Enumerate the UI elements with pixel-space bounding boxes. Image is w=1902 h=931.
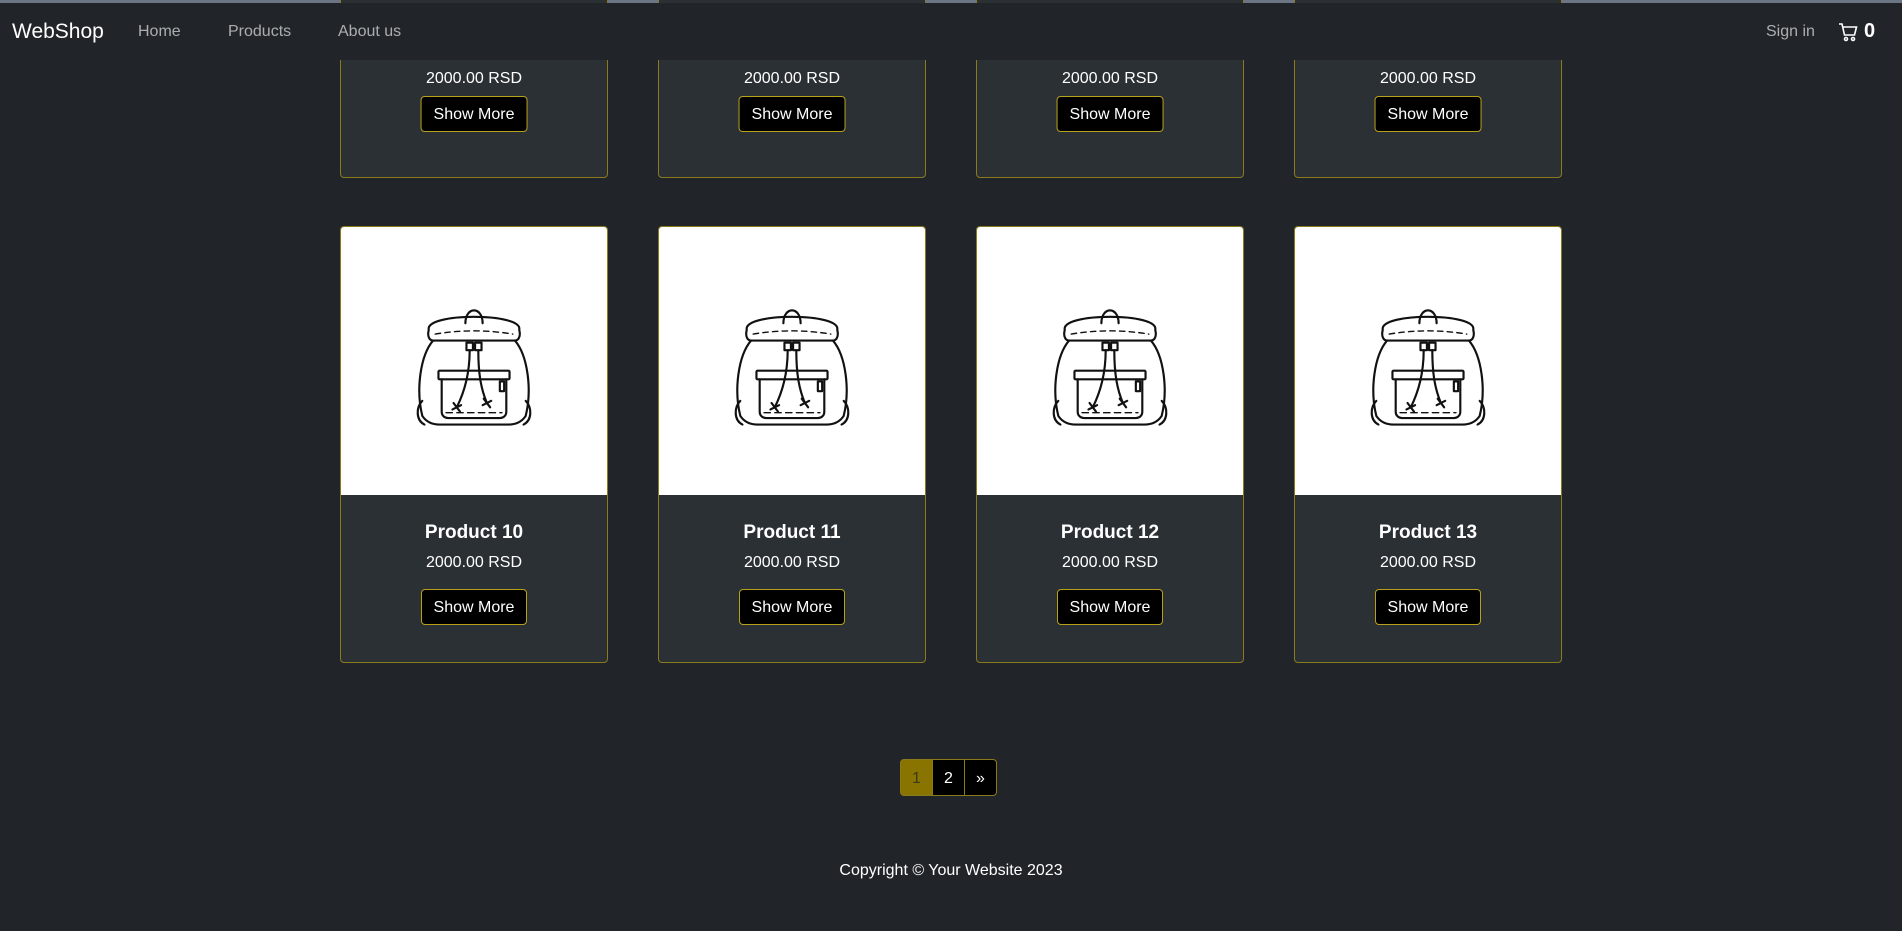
- page-next-button[interactable]: »: [964, 759, 997, 796]
- show-more-button[interactable]: Show More: [738, 589, 846, 625]
- product-image[interactable]: [977, 227, 1243, 495]
- navbar: WebShop Home Products About us Sign in 0: [0, 3, 1902, 60]
- product-price: 2000.00 RSD: [1061, 70, 1159, 87]
- show-more-button[interactable]: Show More: [420, 96, 528, 132]
- product-image[interactable]: [1295, 227, 1561, 495]
- show-more-button[interactable]: Show More: [420, 589, 528, 625]
- page-link-1[interactable]: 1: [900, 759, 933, 796]
- product-card: Product 12 2000.00 RSD Show More: [976, 226, 1244, 663]
- product-image[interactable]: [341, 227, 607, 495]
- cart-count: 0: [1864, 20, 1876, 42]
- backpack-icon: [1370, 309, 1486, 426]
- backpack-icon: [1052, 309, 1168, 426]
- product-price: 2000.00 RSD: [743, 554, 841, 571]
- show-more-button[interactable]: Show More: [1056, 96, 1164, 132]
- product-title: Product 10: [424, 522, 524, 543]
- cart-icon: [1839, 22, 1858, 41]
- product-title: Product 13: [1378, 522, 1478, 543]
- product-price: 2000.00 RSD: [1379, 554, 1477, 571]
- cart-button[interactable]: 0: [1838, 20, 1875, 43]
- nav-link-home[interactable]: Home: [138, 23, 181, 41]
- product-price: 2000.00 RSD: [1379, 70, 1477, 87]
- pagination: 1 2 »: [900, 759, 997, 796]
- product-title: Product 11: [743, 522, 841, 543]
- backpack-icon: [416, 309, 532, 426]
- show-more-button[interactable]: Show More: [1056, 589, 1164, 625]
- product-image[interactable]: [659, 227, 925, 495]
- nav-link-about[interactable]: About us: [338, 23, 401, 41]
- show-more-button[interactable]: Show More: [1374, 589, 1482, 625]
- backpack-icon: [734, 309, 850, 426]
- product-card: Product 10 2000.00 RSD Show More: [340, 226, 608, 663]
- brand-logo[interactable]: WebShop: [12, 20, 104, 44]
- show-more-button[interactable]: Show More: [738, 96, 846, 132]
- page-link-2[interactable]: 2: [932, 759, 965, 796]
- nav-link-products[interactable]: Products: [228, 23, 291, 41]
- footer-copyright: Copyright © Your Website 2023: [839, 862, 1063, 879]
- product-price: 2000.00 RSD: [425, 70, 523, 87]
- product-price: 2000.00 RSD: [425, 554, 523, 571]
- product-price: 2000.00 RSD: [743, 70, 841, 87]
- product-card: Product 11 2000.00 RSD Show More: [658, 226, 926, 663]
- signin-link[interactable]: Sign in: [1766, 23, 1815, 41]
- product-card: Product 13 2000.00 RSD Show More: [1294, 226, 1562, 663]
- product-title: Product 12: [1060, 522, 1160, 543]
- show-more-button[interactable]: Show More: [1374, 96, 1482, 132]
- product-price: 2000.00 RSD: [1061, 554, 1159, 571]
